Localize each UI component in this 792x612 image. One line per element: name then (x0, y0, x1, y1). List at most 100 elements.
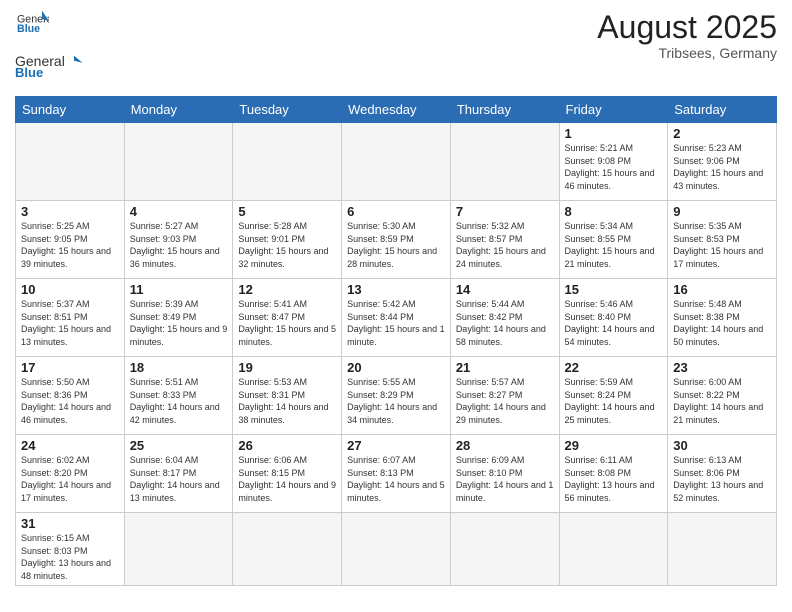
day-number: 6 (347, 204, 445, 219)
day-info: Sunrise: 5:28 AM Sunset: 9:01 PM Dayligh… (238, 220, 336, 270)
calendar-week-4: 17Sunrise: 5:50 AM Sunset: 8:36 PM Dayli… (16, 357, 777, 435)
day-number: 14 (456, 282, 554, 297)
calendar-cell (559, 513, 668, 586)
calendar-cell (342, 513, 451, 586)
day-number: 31 (21, 516, 119, 531)
day-info: Sunrise: 5:51 AM Sunset: 8:33 PM Dayligh… (130, 376, 228, 426)
day-number: 13 (347, 282, 445, 297)
calendar-cell: 21Sunrise: 5:57 AM Sunset: 8:27 PM Dayli… (450, 357, 559, 435)
day-number: 27 (347, 438, 445, 453)
calendar-cell: 9Sunrise: 5:35 AM Sunset: 8:53 PM Daylig… (668, 201, 777, 279)
calendar-cell: 19Sunrise: 5:53 AM Sunset: 8:31 PM Dayli… (233, 357, 342, 435)
day-info: Sunrise: 5:35 AM Sunset: 8:53 PM Dayligh… (673, 220, 771, 270)
day-info: Sunrise: 5:39 AM Sunset: 8:49 PM Dayligh… (130, 298, 228, 348)
day-info: Sunrise: 6:07 AM Sunset: 8:13 PM Dayligh… (347, 454, 445, 504)
day-info: Sunrise: 5:59 AM Sunset: 8:24 PM Dayligh… (565, 376, 663, 426)
calendar-cell: 23Sunrise: 6:00 AM Sunset: 8:22 PM Dayli… (668, 357, 777, 435)
weekday-tuesday: Tuesday (233, 97, 342, 123)
calendar-week-5: 24Sunrise: 6:02 AM Sunset: 8:20 PM Dayli… (16, 435, 777, 513)
logo-area: General Blue General Blue (15, 10, 85, 88)
day-info: Sunrise: 5:21 AM Sunset: 9:08 PM Dayligh… (565, 142, 663, 192)
day-info: Sunrise: 6:00 AM Sunset: 8:22 PM Dayligh… (673, 376, 771, 426)
page: General Blue General Blue August 2025 Tr… (0, 0, 792, 612)
day-number: 23 (673, 360, 771, 375)
calendar-cell (124, 513, 233, 586)
day-number: 26 (238, 438, 336, 453)
day-info: Sunrise: 5:57 AM Sunset: 8:27 PM Dayligh… (456, 376, 554, 426)
calendar-cell (233, 513, 342, 586)
day-info: Sunrise: 6:02 AM Sunset: 8:20 PM Dayligh… (21, 454, 119, 504)
location-subtitle: Tribsees, Germany (597, 45, 777, 61)
calendar-week-6: 31Sunrise: 6:15 AM Sunset: 8:03 PM Dayli… (16, 513, 777, 586)
calendar-cell: 8Sunrise: 5:34 AM Sunset: 8:55 PM Daylig… (559, 201, 668, 279)
day-info: Sunrise: 5:53 AM Sunset: 8:31 PM Dayligh… (238, 376, 336, 426)
weekday-thursday: Thursday (450, 97, 559, 123)
day-info: Sunrise: 5:55 AM Sunset: 8:29 PM Dayligh… (347, 376, 445, 426)
day-info: Sunrise: 5:34 AM Sunset: 8:55 PM Dayligh… (565, 220, 663, 270)
calendar-cell: 13Sunrise: 5:42 AM Sunset: 8:44 PM Dayli… (342, 279, 451, 357)
day-info: Sunrise: 5:42 AM Sunset: 8:44 PM Dayligh… (347, 298, 445, 348)
day-info: Sunrise: 6:09 AM Sunset: 8:10 PM Dayligh… (456, 454, 554, 504)
day-number: 11 (130, 282, 228, 297)
weekday-monday: Monday (124, 97, 233, 123)
day-number: 12 (238, 282, 336, 297)
day-number: 9 (673, 204, 771, 219)
calendar-cell: 31Sunrise: 6:15 AM Sunset: 8:03 PM Dayli… (16, 513, 125, 586)
day-number: 15 (565, 282, 663, 297)
day-info: Sunrise: 5:37 AM Sunset: 8:51 PM Dayligh… (21, 298, 119, 348)
calendar-cell (16, 123, 125, 201)
calendar-table: SundayMondayTuesdayWednesdayThursdayFrid… (15, 96, 777, 586)
day-info: Sunrise: 5:46 AM Sunset: 8:40 PM Dayligh… (565, 298, 663, 348)
calendar-cell (450, 513, 559, 586)
day-info: Sunrise: 5:50 AM Sunset: 8:36 PM Dayligh… (21, 376, 119, 426)
calendar-cell: 4Sunrise: 5:27 AM Sunset: 9:03 PM Daylig… (124, 201, 233, 279)
calendar-cell: 12Sunrise: 5:41 AM Sunset: 8:47 PM Dayli… (233, 279, 342, 357)
calendar-cell: 7Sunrise: 5:32 AM Sunset: 8:57 PM Daylig… (450, 201, 559, 279)
day-number: 16 (673, 282, 771, 297)
calendar-cell: 30Sunrise: 6:13 AM Sunset: 8:06 PM Dayli… (668, 435, 777, 513)
day-number: 29 (565, 438, 663, 453)
day-info: Sunrise: 5:48 AM Sunset: 8:38 PM Dayligh… (673, 298, 771, 348)
month-title: August 2025 (597, 10, 777, 45)
day-info: Sunrise: 6:04 AM Sunset: 8:17 PM Dayligh… (130, 454, 228, 504)
day-info: Sunrise: 6:06 AM Sunset: 8:15 PM Dayligh… (238, 454, 336, 504)
calendar-cell (233, 123, 342, 201)
day-number: 4 (130, 204, 228, 219)
day-info: Sunrise: 6:15 AM Sunset: 8:03 PM Dayligh… (21, 532, 119, 582)
svg-text:Blue: Blue (15, 65, 43, 80)
day-info: Sunrise: 6:11 AM Sunset: 8:08 PM Dayligh… (565, 454, 663, 504)
svg-text:Blue: Blue (17, 23, 40, 35)
title-area: August 2025 Tribsees, Germany (597, 10, 777, 61)
day-info: Sunrise: 5:44 AM Sunset: 8:42 PM Dayligh… (456, 298, 554, 348)
day-number: 2 (673, 126, 771, 141)
calendar-cell (450, 123, 559, 201)
day-info: Sunrise: 5:41 AM Sunset: 8:47 PM Dayligh… (238, 298, 336, 348)
calendar-cell: 25Sunrise: 6:04 AM Sunset: 8:17 PM Dayli… (124, 435, 233, 513)
calendar-cell: 17Sunrise: 5:50 AM Sunset: 8:36 PM Dayli… (16, 357, 125, 435)
calendar-cell: 22Sunrise: 5:59 AM Sunset: 8:24 PM Dayli… (559, 357, 668, 435)
day-number: 22 (565, 360, 663, 375)
day-number: 10 (21, 282, 119, 297)
calendar-week-1: 1Sunrise: 5:21 AM Sunset: 9:08 PM Daylig… (16, 123, 777, 201)
calendar-week-3: 10Sunrise: 5:37 AM Sunset: 8:51 PM Dayli… (16, 279, 777, 357)
calendar-cell: 20Sunrise: 5:55 AM Sunset: 8:29 PM Dayli… (342, 357, 451, 435)
weekday-header-row: SundayMondayTuesdayWednesdayThursdayFrid… (16, 97, 777, 123)
calendar-cell (342, 123, 451, 201)
day-number: 8 (565, 204, 663, 219)
weekday-wednesday: Wednesday (342, 97, 451, 123)
day-number: 28 (456, 438, 554, 453)
day-info: Sunrise: 5:27 AM Sunset: 9:03 PM Dayligh… (130, 220, 228, 270)
calendar-cell: 2Sunrise: 5:23 AM Sunset: 9:06 PM Daylig… (668, 123, 777, 201)
day-number: 20 (347, 360, 445, 375)
calendar-cell (124, 123, 233, 201)
day-info: Sunrise: 5:30 AM Sunset: 8:59 PM Dayligh… (347, 220, 445, 270)
header: General Blue General Blue August 2025 Tr… (15, 10, 777, 88)
calendar-cell: 27Sunrise: 6:07 AM Sunset: 8:13 PM Dayli… (342, 435, 451, 513)
weekday-sunday: Sunday (16, 97, 125, 123)
calendar-cell: 14Sunrise: 5:44 AM Sunset: 8:42 PM Dayli… (450, 279, 559, 357)
calendar-cell: 6Sunrise: 5:30 AM Sunset: 8:59 PM Daylig… (342, 201, 451, 279)
day-number: 30 (673, 438, 771, 453)
day-number: 3 (21, 204, 119, 219)
calendar-week-2: 3Sunrise: 5:25 AM Sunset: 9:05 PM Daylig… (16, 201, 777, 279)
calendar-cell: 18Sunrise: 5:51 AM Sunset: 8:33 PM Dayli… (124, 357, 233, 435)
